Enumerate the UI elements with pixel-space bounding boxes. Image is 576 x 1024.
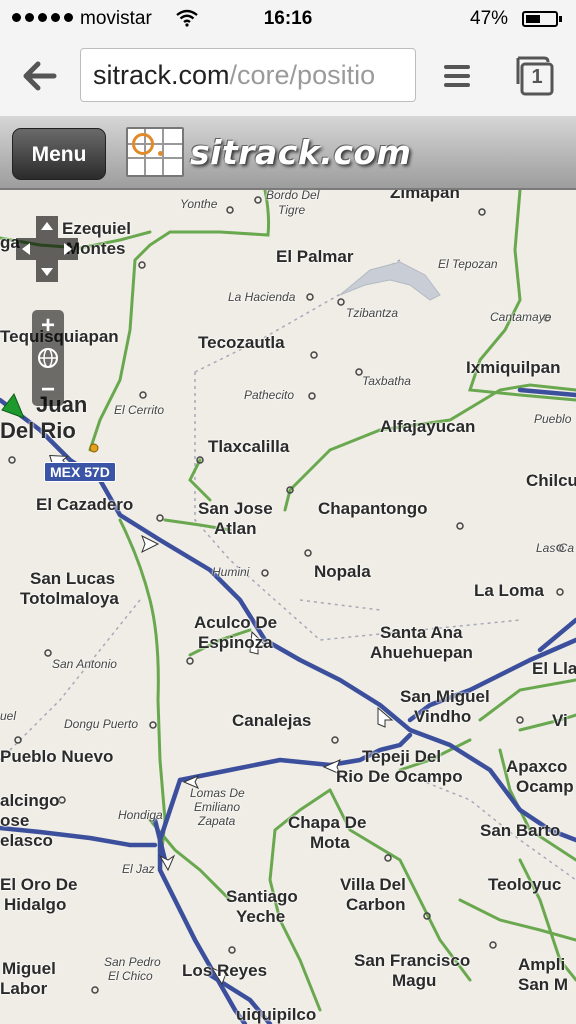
map-label: Emiliano <box>194 800 241 814</box>
map-label: Santiago <box>226 887 298 906</box>
map-label: Chapa De <box>288 813 367 832</box>
map-label: Aculco De <box>194 613 278 632</box>
map-label: Las Ca <box>536 541 575 555</box>
position-dot-icon <box>89 443 99 453</box>
tab-count: 1 <box>531 66 543 88</box>
map-label: Tlaxcalilla <box>208 437 290 456</box>
tabs-icon[interactable]: 1 <box>512 54 556 98</box>
map-label: Vi <box>552 711 568 730</box>
map-label: El Tepozan <box>438 257 498 271</box>
map-label: Nopala <box>314 562 371 581</box>
map-label: Cantamaye <box>490 310 552 324</box>
map-label: El Oro De <box>0 875 78 894</box>
logo-text: sitrack.com <box>190 132 412 172</box>
menu-button[interactable]: Menu <box>12 128 106 180</box>
logo-mark-icon <box>126 127 184 177</box>
map-label: Labor <box>0 979 48 998</box>
pan-control-icon[interactable] <box>14 214 80 284</box>
map-label: San Lucas <box>30 569 116 588</box>
zoom-out-button[interactable]: − <box>32 374 64 406</box>
zoom-in-button[interactable]: + <box>32 310 64 342</box>
sitrack-logo: sitrack.com <box>126 122 411 182</box>
map-label: Dongu Puerto <box>64 717 139 731</box>
highway-shield: MEX 57D <box>44 462 116 482</box>
map-label: Tecozautla <box>198 333 285 352</box>
map-label: Apaxco <box>506 757 568 776</box>
map-label: Ahuehuepan <box>370 643 473 662</box>
map-label: ose <box>0 811 30 830</box>
map-label: San M <box>518 975 569 994</box>
map-label: La Loma <box>474 581 544 600</box>
map-label: Mota <box>310 833 350 852</box>
map-label: El Jaz <box>122 862 155 876</box>
zoom-control: + − <box>32 310 64 406</box>
map-label: Ampli <box>518 955 566 974</box>
map-label: El Palmar <box>276 247 354 266</box>
map-label: San Antonio <box>52 657 117 671</box>
map-label: Tigre <box>278 203 306 217</box>
map-label: Miguel <box>2 959 56 978</box>
url-domain: sitrack.com <box>93 60 230 90</box>
map-label: El Cerrito <box>114 403 165 417</box>
map-label: Canalejas <box>232 711 312 730</box>
map-label: Zapata <box>198 814 236 828</box>
map-label: Tzibantza <box>346 306 399 320</box>
map-label: Tepeji Del <box>362 747 442 766</box>
map-label: San Pedro <box>104 955 161 969</box>
battery-icon <box>522 11 562 27</box>
map-label: Ixmiquilpan <box>466 358 561 377</box>
map-view[interactable]: Zimapan Yonthe Bordo Del Tigre Ezequiel … <box>0 190 576 1024</box>
map-label: Vindho <box>414 707 472 726</box>
map-label: Alfajayucan <box>380 417 476 436</box>
map-label: San Jose <box>198 499 273 518</box>
map-label: Chapantongo <box>318 499 428 518</box>
map-label: Santa Ana <box>380 623 463 642</box>
map-label: El Lla <box>532 659 576 678</box>
address-bar[interactable]: sitrack.com/core/positio <box>80 48 416 102</box>
map-label: alcingo <box>0 791 60 810</box>
map-label: Hondiga <box>118 808 163 822</box>
globe-icon[interactable] <box>32 342 64 374</box>
map-label: El Cazadero <box>36 495 134 514</box>
map-label: Yeche <box>236 907 286 926</box>
map-label: Villa Del <box>340 875 406 894</box>
map-label: Los Reyes <box>182 961 268 980</box>
map-label: Lomas De <box>190 786 245 800</box>
map-label: Pathecito <box>244 388 295 402</box>
map-label: Taxbatha <box>362 374 411 388</box>
back-arrow-icon[interactable] <box>20 56 60 96</box>
map-label: San Miguel <box>400 687 490 706</box>
map-label: La Hacienda <box>228 290 296 304</box>
map-label: Espinoza <box>198 633 273 652</box>
status-bar: movistar 16:16 47% <box>0 0 576 38</box>
map-label: Totolmaloya <box>20 589 119 608</box>
map-label: Humini <box>212 565 250 579</box>
map-label: Bordo Del <box>266 190 320 202</box>
map-label: Yonthe <box>180 197 218 211</box>
map-label: elasco <box>0 831 53 850</box>
map-label: Zimapan <box>390 190 460 202</box>
map-label: Ocamp <box>516 777 574 796</box>
map-label: uiquipilco <box>236 1005 317 1024</box>
url-path: /core/positio <box>229 60 376 90</box>
map-label: Del Rio <box>0 418 76 443</box>
map-label: uel <box>0 709 17 723</box>
map-label: San Francisco <box>354 951 471 970</box>
map-label: El Chico <box>108 969 153 983</box>
map-label: Hidalgo <box>4 895 67 914</box>
battery-percent: 47% <box>470 8 509 29</box>
map-label: Carbon <box>346 895 406 914</box>
map-label: Teoloyuc <box>488 875 562 894</box>
app-header: Menu sitrack.com <box>0 116 576 190</box>
browser-toolbar: sitrack.com/core/positio 1 <box>0 38 576 117</box>
map-label: Magu <box>392 971 437 990</box>
map-label: Chilcu <box>526 471 576 490</box>
browser-menu-icon[interactable] <box>442 63 472 89</box>
vehicle-marker-icon <box>1 393 25 419</box>
map-label: Rio De Ocampo <box>336 767 463 786</box>
map-label: San Barto <box>480 821 561 840</box>
map-label: Pueblo Nuevo <box>0 747 114 766</box>
map-label: Pueblo <box>534 412 572 426</box>
map-label: Atlan <box>214 519 257 538</box>
